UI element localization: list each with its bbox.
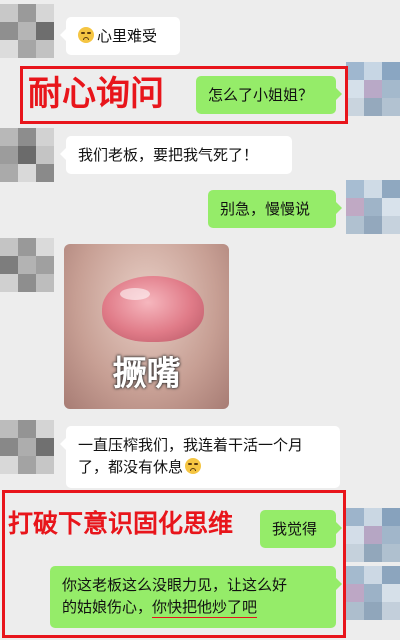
my-avatar[interactable] bbox=[346, 566, 400, 620]
crying-face-icon bbox=[185, 458, 202, 474]
message-bubble-incoming[interactable]: 心里难受 bbox=[60, 17, 180, 55]
my-avatar[interactable] bbox=[346, 62, 400, 116]
crying-face-icon bbox=[78, 27, 94, 43]
message-text: 我们老板，要把我气死了！ bbox=[78, 146, 259, 164]
annotation-label-patient-ask: 耐心询问 bbox=[28, 74, 164, 114]
contact-avatar[interactable] bbox=[0, 128, 54, 182]
message-text: 别急，慢慢说 bbox=[220, 200, 311, 218]
contact-avatar[interactable] bbox=[0, 238, 54, 292]
contact-avatar[interactable] bbox=[0, 4, 54, 58]
pouting-lips-illustration bbox=[102, 276, 204, 342]
message-text-line: 一直压榨我们，我连着干活一个月 bbox=[78, 436, 304, 454]
message-bubble-incoming[interactable]: 我们老板，要把我气死了！ bbox=[60, 136, 292, 174]
message-text: 心里难受 bbox=[97, 27, 158, 45]
message-bubble-incoming[interactable]: 一直压榨我们，我连着干活一个月 了，都没有休息 bbox=[60, 426, 340, 488]
contact-avatar[interactable] bbox=[0, 420, 54, 474]
message-bubble-outgoing[interactable]: 别急，慢慢说 bbox=[208, 190, 342, 228]
annotation-label-break-thinking: 打破下意识固化思维 bbox=[8, 509, 234, 538]
sticker-image[interactable]: 撅嘴 bbox=[64, 244, 229, 409]
sticker-caption: 撅嘴 bbox=[112, 354, 181, 394]
message-text-line: 了，都没有休息 bbox=[78, 458, 184, 476]
my-avatar[interactable] bbox=[346, 180, 400, 234]
my-avatar[interactable] bbox=[346, 508, 400, 562]
